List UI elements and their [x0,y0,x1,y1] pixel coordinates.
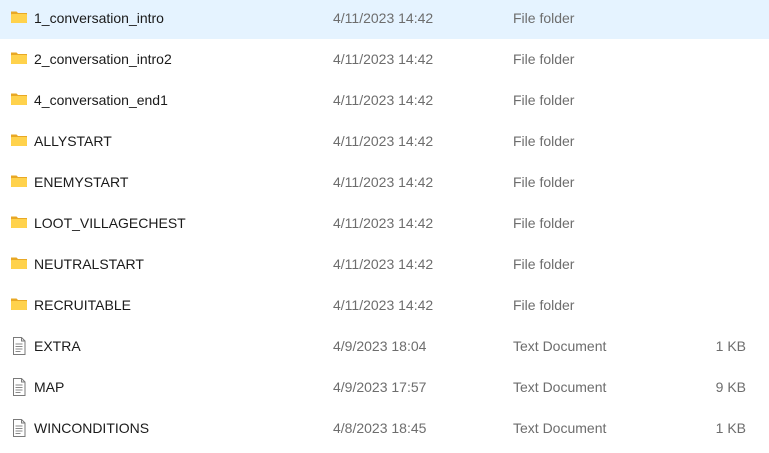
file-name: 2_conversation_intro2 [34,51,172,67]
file-type: File folder [513,215,575,231]
file-type: File folder [513,10,575,26]
file-row[interactable]: NEUTRALSTART 4/11/2023 14:42 File folder [0,245,769,285]
file-name: WINCONDITIONS [34,420,150,436]
file-name: MAP [34,379,65,395]
file-name: ALLYSTART [34,133,112,149]
file-type: Text Document [513,379,607,395]
file-name: LOOT_VILLAGECHEST [34,215,186,231]
file-size: 1 KB [715,420,746,436]
file-size: 9 KB [715,379,746,395]
file-name: RECRUITABLE [34,297,131,313]
file-type: File folder [513,51,575,67]
date-modified: 4/8/2023 18:45 [333,420,427,436]
date-modified: 4/11/2023 14:42 [333,174,434,190]
date-modified: 4/11/2023 14:42 [333,215,434,231]
file-type: File folder [513,174,575,190]
date-modified: 4/11/2023 14:42 [333,10,434,26]
file-row[interactable]: EXTRA 4/9/2023 18:04 Text Document 1 KB [0,327,769,367]
folder-icon [10,132,28,148]
file-type: Text Document [513,338,607,354]
folder-icon [10,50,28,66]
file-name: 4_conversation_end1 [34,92,168,108]
file-size: 1 KB [715,338,746,354]
file-name: ENEMYSTART [34,174,129,190]
file-row[interactable]: RECRUITABLE 4/11/2023 14:42 File folder [0,286,769,326]
file-type: File folder [513,92,575,108]
file-row[interactable]: LOOT_VILLAGECHEST 4/11/2023 14:42 File f… [0,204,769,244]
file-row[interactable]: WINCONDITIONS 4/8/2023 18:45 Text Docume… [0,409,769,449]
file-list: 1_conversation_intro 4/11/2023 14:42 Fil… [0,0,769,453]
file-name: EXTRA [34,338,81,354]
file-row[interactable]: ALLYSTART 4/11/2023 14:42 File folder [0,122,769,162]
file-row[interactable]: 1_conversation_intro 4/11/2023 14:42 Fil… [0,0,769,39]
folder-icon [10,173,28,189]
file-row[interactable]: ENEMYSTART 4/11/2023 14:42 File folder [0,163,769,203]
file-type: File folder [513,297,575,313]
text-document-icon [10,337,28,355]
file-row[interactable]: 4_conversation_end1 4/11/2023 14:42 File… [0,81,769,121]
folder-icon [10,255,28,271]
folder-icon [10,214,28,230]
date-modified: 4/11/2023 14:42 [333,92,434,108]
file-type: File folder [513,133,575,149]
file-name: NEUTRALSTART [34,256,144,272]
date-modified: 4/11/2023 14:42 [333,133,434,149]
date-modified: 4/9/2023 18:04 [333,338,427,354]
date-modified: 4/9/2023 17:57 [333,379,427,395]
date-modified: 4/11/2023 14:42 [333,51,434,67]
file-type: File folder [513,256,575,272]
folder-icon [10,9,28,25]
file-row[interactable]: 2_conversation_intro2 4/11/2023 14:42 Fi… [0,40,769,80]
folder-icon [10,296,28,312]
file-row[interactable]: MAP 4/9/2023 17:57 Text Document 9 KB [0,368,769,408]
date-modified: 4/11/2023 14:42 [333,297,434,313]
text-document-icon [10,419,28,437]
folder-icon [10,91,28,107]
file-name: 1_conversation_intro [34,10,164,26]
file-type: Text Document [513,420,607,436]
date-modified: 4/11/2023 14:42 [333,256,434,272]
text-document-icon [10,378,28,396]
